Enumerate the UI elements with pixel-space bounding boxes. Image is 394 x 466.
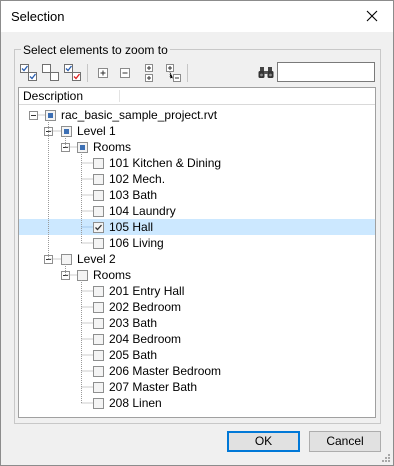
collapse-level-button[interactable] [163,63,183,83]
collapse-all-icon [120,68,130,78]
cancel-button[interactable]: Cancel [309,431,381,452]
close-icon [366,10,378,22]
selection-dialog: Selection Select elements to zoom to Des… [0,0,394,466]
element-tree[interactable]: Description rac_basic_sample_project.rvt… [18,87,376,418]
find-button[interactable] [257,63,277,83]
toggle-check-icon [64,64,81,81]
uncheck-all-button[interactable] [41,63,61,83]
toggle-check-button[interactable] [63,63,83,83]
tree-connector-lines [38,114,93,404]
check-all-button[interactable] [19,63,39,83]
uncheck-all-icon [42,64,59,81]
binoculars-icon [258,67,274,78]
close-button[interactable] [355,3,389,30]
resize-grip-icon[interactable] [381,453,391,463]
ok-button[interactable]: OK [227,431,300,452]
search-input[interactable] [277,62,375,82]
expand-level-icon [145,64,153,82]
group-label: Select elements to zoom to [21,43,170,57]
title-bar[interactable]: Selection [1,1,393,32]
toolbar-separator [187,64,188,82]
toolbar-separator [87,64,88,82]
collapse-level-icon [166,64,181,82]
expand-all-button[interactable] [93,63,113,83]
collapse-all-button[interactable] [115,63,135,83]
expand-level-button[interactable] [139,63,159,83]
expand-all-icon [98,68,108,78]
check-all-icon [20,64,37,81]
window-title: Selection [11,9,65,24]
